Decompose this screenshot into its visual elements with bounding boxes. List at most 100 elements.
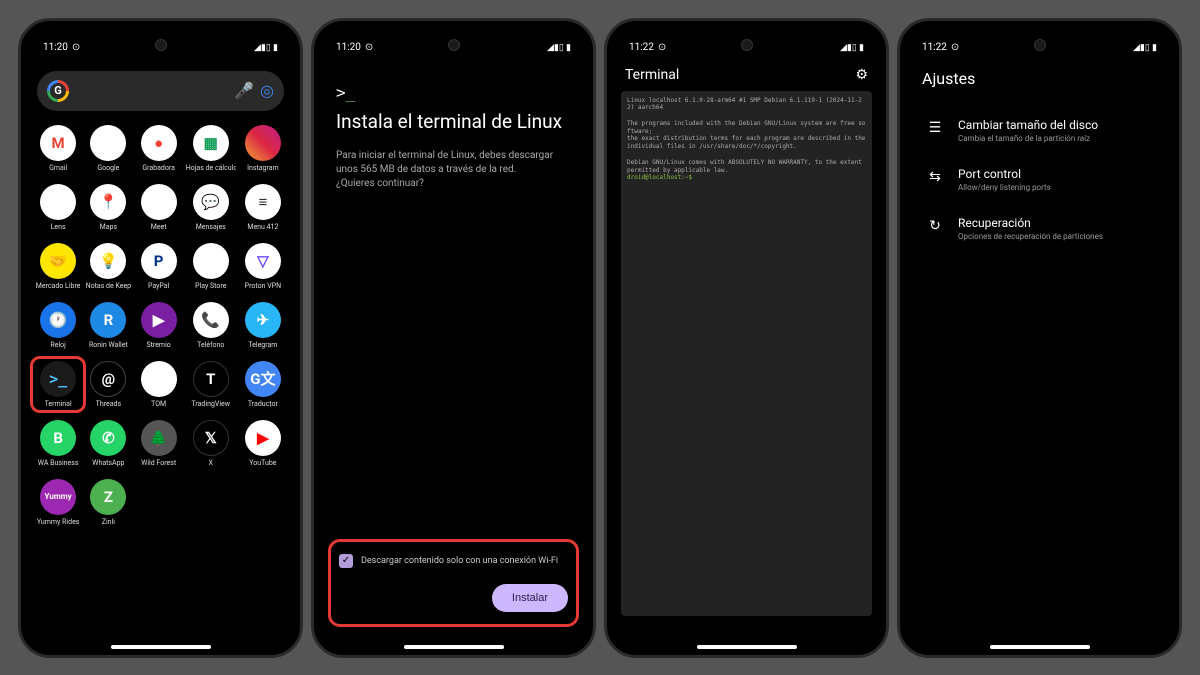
app-notas-de-keep[interactable]: 💡 Notas de Keep xyxy=(85,243,131,290)
app-mensajes[interactable]: 💬Mensajes xyxy=(186,184,236,231)
app-label: WA Business xyxy=(38,459,79,467)
app-ronin-wallet[interactable]: R Ronin Wallet xyxy=(85,302,131,349)
app-instagram[interactable]: Instagram xyxy=(240,125,286,172)
app-tom[interactable]: ◐TOM xyxy=(136,361,182,408)
camera-cutout xyxy=(741,39,753,51)
app-reloj[interactable]: 🕐Reloj xyxy=(35,302,81,349)
terminal-title: Terminal xyxy=(625,67,679,83)
app-icon: ▶ xyxy=(141,302,177,338)
app-threads[interactable]: @Threads xyxy=(85,361,131,408)
settings-item-title: Port control xyxy=(958,167,1051,181)
app-icon: ◐ xyxy=(141,361,177,397)
app-mercado-libre[interactable]: 🤝Mercado Libre xyxy=(35,243,81,290)
app-label: TradingView xyxy=(191,400,230,408)
app-icon: ✈ xyxy=(245,302,281,338)
nav-bar[interactable] xyxy=(404,645,504,649)
app-icon: M xyxy=(40,125,76,161)
app-label: Mercado Libre xyxy=(36,282,81,290)
settings-item-port-control[interactable]: ⇆Port controlAllow/deny listening ports xyxy=(908,155,1171,204)
settings-list: ☰Cambiar tamaño del discoCambia el tamañ… xyxy=(908,100,1171,259)
app-tradingview[interactable]: TTradingView xyxy=(186,361,236,408)
app-icon: @ xyxy=(90,361,126,397)
app-hojas-de-cálculo[interactable]: ▦Hojas de cálculo xyxy=(186,125,236,172)
app-paypal[interactable]: PPayPal xyxy=(136,243,182,290)
settings-item-title: Recuperación xyxy=(958,216,1103,230)
search-bar[interactable]: 🎤 ◎ xyxy=(37,71,284,111)
phone-terminal: 11:22⊙ ◢▮▯ ▮ Terminal ⚙ Linux localhost … xyxy=(604,18,889,658)
app-icon: ● xyxy=(141,125,177,161)
app-terminal[interactable]: >_Terminal xyxy=(35,361,81,408)
settings-item-icon: ↻ xyxy=(926,218,944,234)
app-play-store[interactable]: ▶Play Store xyxy=(186,243,236,290)
app-icon: 💡 xyxy=(90,243,126,279)
app-label: Notas de Keep xyxy=(86,282,132,290)
app-gmail[interactable]: M Gmail xyxy=(35,125,81,172)
app-label: Menu 412 xyxy=(247,223,278,231)
mic-icon[interactable]: 🎤 xyxy=(234,81,254,100)
app-traductor[interactable]: G文Traductor xyxy=(240,361,286,408)
app-youtube[interactable]: ▶YouTube xyxy=(240,420,286,467)
install-description: Para iniciar el terminal de Linux, debes… xyxy=(336,149,571,177)
google-icon xyxy=(47,80,69,102)
checkbox-icon[interactable]: ✓ xyxy=(339,554,353,568)
app-yummy-rides[interactable]: YummyYummy Rides xyxy=(35,479,81,526)
app-icon: G文 xyxy=(245,361,281,397)
app-label: Yummy Rides xyxy=(37,518,80,526)
app-label: Ronin Wallet xyxy=(89,341,128,349)
app-icon: 🕐 xyxy=(40,302,76,338)
app-telegram[interactable]: ✈Telegram xyxy=(240,302,286,349)
camera-cutout xyxy=(1034,39,1046,51)
app-icon: 𝕏 xyxy=(193,420,229,456)
apps-grid: M Gmail GGoogle●Grabadora▦Hojas de cálculo… xyxy=(29,121,292,530)
app-icon: 🌲 xyxy=(141,420,177,456)
nav-bar[interactable] xyxy=(990,645,1090,649)
app-icon: R xyxy=(90,302,126,338)
nav-bar[interactable] xyxy=(697,645,797,649)
app-google[interactable]: GGoogle xyxy=(85,125,131,172)
highlight-annotation: ✓ Descargar contenido solo con una conex… xyxy=(328,539,579,627)
app-zinli[interactable]: ZZinli xyxy=(85,479,131,526)
app-lens[interactable]: ◎Lens xyxy=(35,184,81,231)
install-button[interactable]: Instalar xyxy=(492,584,568,612)
nav-bar[interactable] xyxy=(111,645,211,649)
settings-title: Ajustes xyxy=(908,57,1171,100)
app-label: Gmail xyxy=(49,164,67,172)
app-icon: ▶ xyxy=(245,420,281,456)
app-icon: ▽ xyxy=(245,243,281,279)
phone-app-drawer: 11:20⊙ ◢▮▯ ▮ 🎤 ◎ MGmailGGoogle●Grabadora… xyxy=(18,18,303,658)
app-label: Hojas de cálculo xyxy=(186,164,236,172)
terminal-output[interactable]: Linux localhost 6.1.0-28-arm64 #1 SMP De… xyxy=(621,91,872,616)
app-menu-412[interactable]: ≡ Menu 412 xyxy=(240,184,286,231)
app-icon: 💬 xyxy=(193,184,229,220)
gear-icon[interactable]: ⚙ xyxy=(855,67,868,83)
app-label: X xyxy=(209,459,213,467)
lens-icon[interactable]: ◎ xyxy=(260,81,274,100)
app-wild-forest[interactable]: 🌲Wild Forest xyxy=(136,420,182,467)
app-x[interactable]: 𝕏X xyxy=(186,420,236,467)
app-whatsapp[interactable]: ✆WhatsApp xyxy=(85,420,131,467)
app-maps[interactable]: 📍Maps xyxy=(85,184,131,231)
wifi-only-checkbox-row[interactable]: ✓ Descargar contenido solo con una conex… xyxy=(339,554,568,568)
install-question: ¿Quieres continuar? xyxy=(336,177,571,191)
app-icon: >_ xyxy=(40,361,76,397)
settings-item-recuperación[interactable]: ↻ Recuperación Opciones de recuperación de… xyxy=(908,204,1171,253)
app-grabadora[interactable]: ●Grabadora xyxy=(136,125,182,172)
terminal-prompt-icon: >_ xyxy=(336,83,571,102)
checkbox-label: Descargar contenido solo con una conexió… xyxy=(361,556,558,566)
settings-item-cambiar-tamaño-del-disco[interactable]: ☰Cambiar tamaño del discoCambia el tamañ… xyxy=(908,106,1171,155)
app-icon: G xyxy=(90,125,126,161)
settings-item-subtitle: Opciones de recuperación de particiones xyxy=(958,232,1103,241)
terminal-prompt: droid@localhost:~$ xyxy=(627,174,692,181)
app-icon: ≡ xyxy=(245,184,281,220)
status-time: 11:20 xyxy=(336,42,361,53)
status-icons: ◢▮▯ ▮ xyxy=(547,43,571,53)
app-proton-vpn[interactable]: ▽Proton VPN xyxy=(240,243,286,290)
camera-cutout xyxy=(448,39,460,51)
app-icon: ▶ xyxy=(193,243,229,279)
app-teléfono[interactable]: 📞Teléfono xyxy=(186,302,236,349)
app-wa-business[interactable]: B WA Business xyxy=(35,420,81,467)
app-label: WhatsApp xyxy=(92,459,124,467)
app-icon: B xyxy=(40,420,76,456)
app-stremio[interactable]: ▶Stremio xyxy=(136,302,182,349)
app-meet[interactable]: ▮Meet xyxy=(136,184,182,231)
